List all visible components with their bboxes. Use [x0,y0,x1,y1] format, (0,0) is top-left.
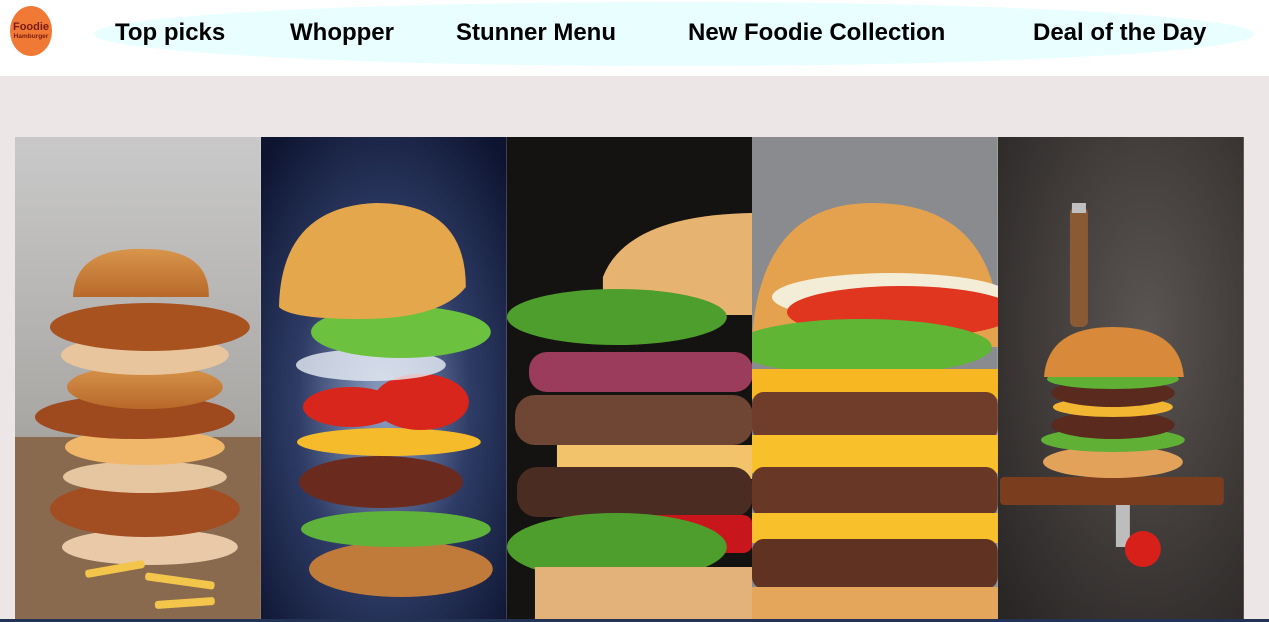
nav-stunner-menu[interactable]: Stunner Menu [456,18,616,48]
logo-subtitle: Hamburger [13,32,49,40]
site-header: Foodie Hamburger Top picks Whopper Stunn… [0,0,1269,76]
burger-image-5[interactable] [998,137,1244,622]
nav-deal-of-the-day[interactable]: Deal of the Day [1033,18,1206,48]
burger-image-1[interactable] [15,137,261,622]
burger-image-2[interactable] [260,137,507,622]
burger-image-4[interactable] [752,137,999,622]
nav-new-foodie-collection[interactable]: New Foodie Collection [688,18,945,48]
nav-top-picks[interactable]: Top picks [115,18,225,48]
brand-logo[interactable]: Foodie Hamburger [10,6,52,56]
burger-image-3[interactable] [506,137,753,622]
nav-whopper[interactable]: Whopper [290,18,394,48]
burger-gallery [15,137,1244,622]
logo-title: Foodie [12,20,50,33]
